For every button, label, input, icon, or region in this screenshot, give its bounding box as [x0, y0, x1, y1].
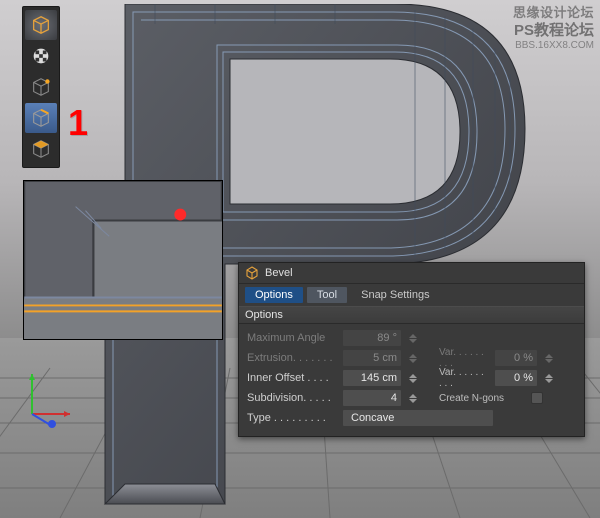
- subdivision-field[interactable]: 4: [343, 390, 401, 406]
- annotation-1: 1: [68, 102, 88, 144]
- section-options-header: Options: [239, 306, 584, 324]
- bevel-panel: Bevel Options Tool Snap Settings Options…: [238, 262, 585, 437]
- row-extrusion: Extrusion. . . . . . . 5 cm Var. . . . .…: [247, 348, 576, 368]
- inset-detail: [23, 180, 223, 340]
- inner-offset-var-label: Var. . . . . . . . .: [439, 367, 489, 389]
- watermark-line2: PS教程论坛: [513, 19, 594, 40]
- inner-offset-label: Inner Offset . . . .: [247, 372, 337, 384]
- watermark: 思缘设计论坛 PS教程论坛 BBS.16XX8.COM: [513, 2, 594, 51]
- inner-offset-var-spinner[interactable]: [545, 370, 555, 386]
- row-subdivision: Subdivision. . . . . 4 Create N-gons: [247, 388, 576, 408]
- max-angle-field[interactable]: 89 °: [343, 330, 401, 346]
- axis-gizmo[interactable]: [18, 368, 78, 428]
- extrusion-var-field[interactable]: 0 %: [495, 350, 537, 366]
- tab-options[interactable]: Options: [245, 287, 303, 303]
- type-dropdown[interactable]: Concave: [343, 410, 493, 426]
- create-ngons-label: Create N-gons: [439, 393, 521, 404]
- mode-toolbar: [22, 6, 60, 168]
- row-max-angle: Maximum Angle 89 °: [247, 328, 576, 348]
- model-mode-button[interactable]: [25, 10, 57, 40]
- type-label: Type . . . . . . . . .: [247, 412, 337, 424]
- panel-title: Bevel: [265, 267, 293, 279]
- tabs: Options Tool Snap Settings: [239, 284, 584, 306]
- extrusion-label: Extrusion. . . . . . .: [247, 352, 337, 364]
- max-angle-label: Maximum Angle: [247, 332, 337, 344]
- tab-snap-settings[interactable]: Snap Settings: [351, 287, 440, 303]
- inner-offset-var-field[interactable]: 0 %: [495, 370, 537, 386]
- create-ngons-checkbox[interactable]: [531, 392, 543, 404]
- extrusion-var-spinner[interactable]: [545, 350, 555, 366]
- inner-offset-spinner[interactable]: [409, 370, 419, 386]
- panel-title-bar: Bevel: [239, 263, 584, 284]
- inner-offset-field[interactable]: 145 cm: [343, 370, 401, 386]
- watermark-line3: BBS.16XX8.COM: [513, 40, 594, 51]
- max-angle-spinner[interactable]: [409, 330, 419, 346]
- texture-mode-button[interactable]: [25, 41, 57, 71]
- extrusion-spinner[interactable]: [409, 350, 419, 366]
- edges-mode-button[interactable]: [25, 103, 57, 133]
- points-mode-button[interactable]: [25, 72, 57, 102]
- options-rows: Maximum Angle 89 ° Extrusion. . . . . . …: [239, 324, 584, 436]
- row-inner-offset: Inner Offset . . . . 145 cm Var. . . . .…: [247, 368, 576, 388]
- subdivision-label: Subdivision. . . . .: [247, 392, 337, 404]
- polygons-mode-button[interactable]: [25, 134, 57, 164]
- extrusion-field[interactable]: 5 cm: [343, 350, 401, 366]
- bevel-icon: [245, 266, 259, 280]
- subdivision-spinner[interactable]: [409, 390, 419, 406]
- tab-tool[interactable]: Tool: [307, 287, 347, 303]
- row-type: Type . . . . . . . . . Concave: [247, 408, 576, 428]
- extrusion-var-label: Var. . . . . . . . .: [439, 347, 489, 369]
